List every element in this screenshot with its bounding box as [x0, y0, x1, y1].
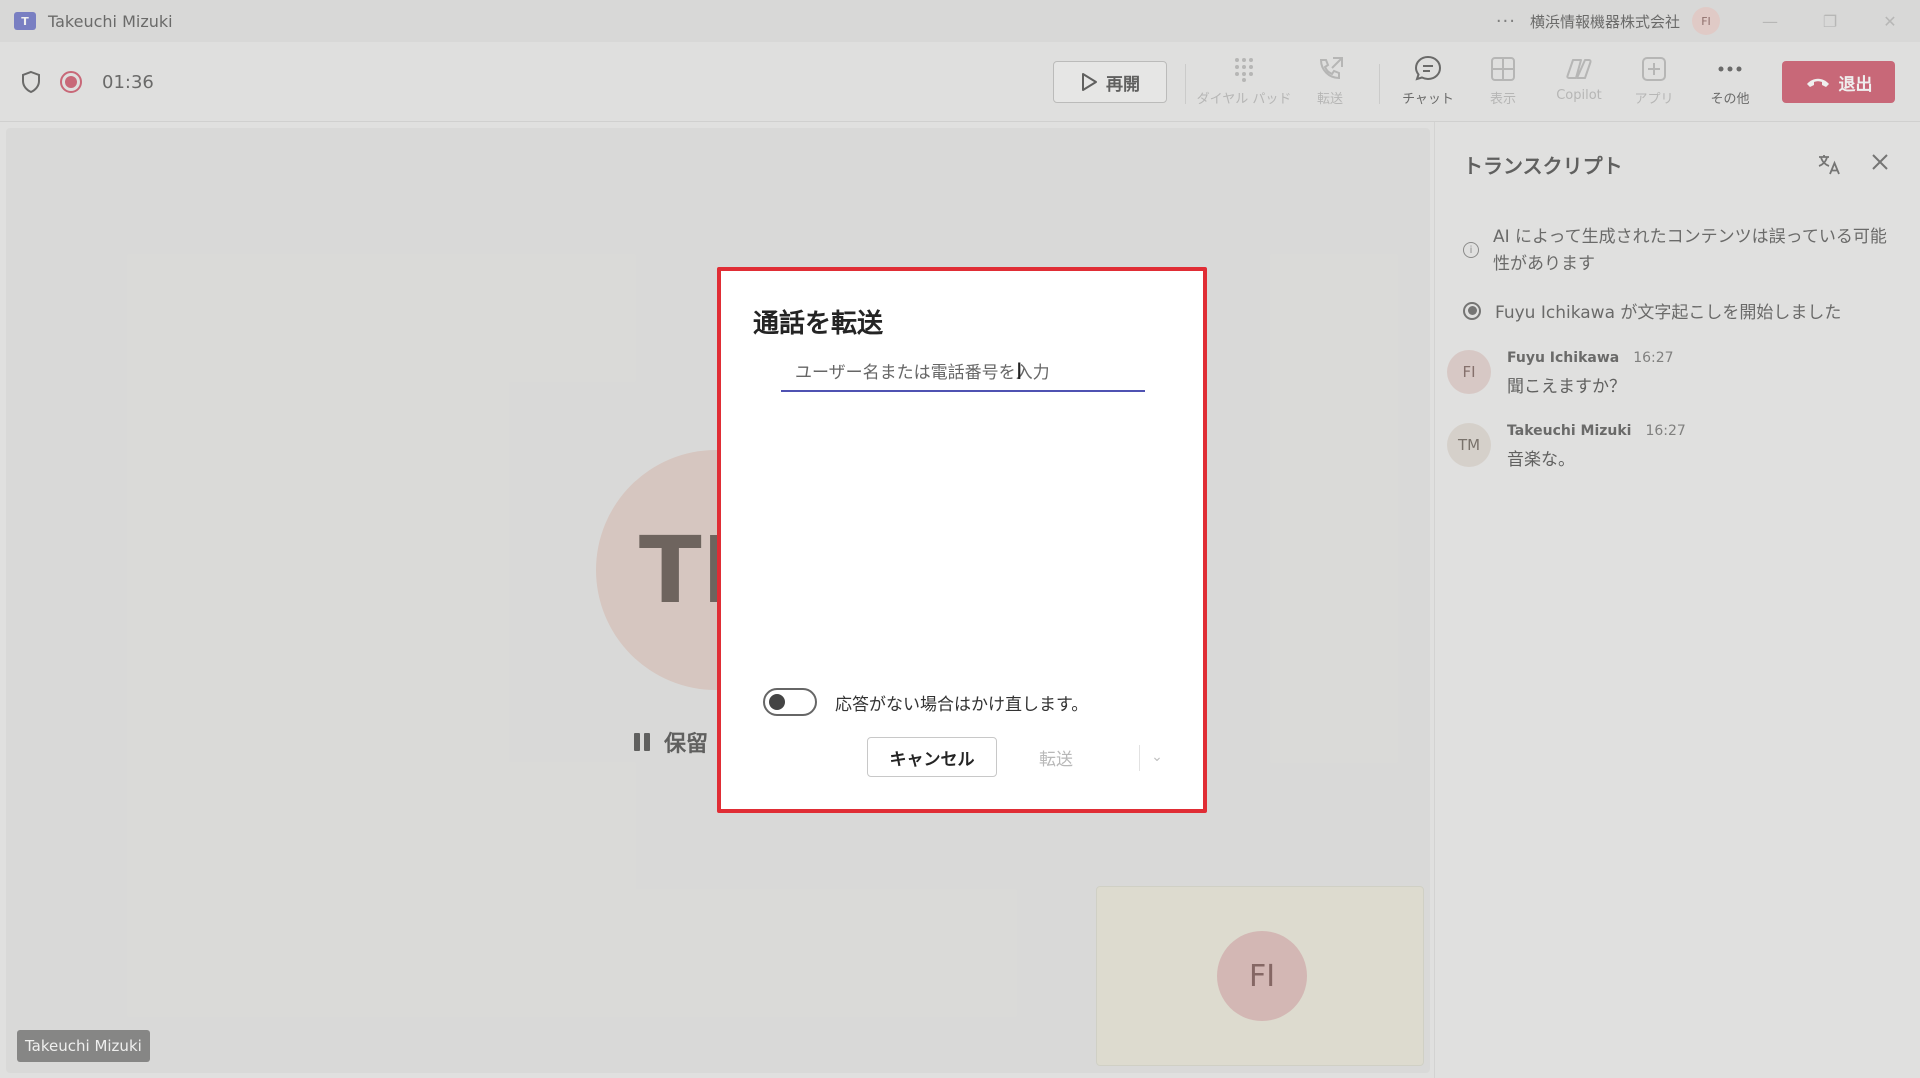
dialog-title: 通話を転送	[753, 309, 884, 339]
retry-toggle[interactable]	[763, 688, 817, 716]
text-cursor-icon: I	[1016, 360, 1023, 385]
transfer-call-dialog: 通話を転送 I 応答がない場合はかけ直します。 キャンセル 転送 ⌄	[717, 267, 1207, 813]
chevron-down-icon[interactable]: ⌄	[1145, 743, 1169, 771]
split-divider	[1139, 745, 1140, 771]
transfer-target-input[interactable]	[781, 355, 1145, 392]
cancel-button[interactable]: キャンセル	[867, 737, 997, 777]
retry-label: 応答がない場合はかけ直します。	[835, 694, 1089, 715]
transfer-confirm-button[interactable]: 転送	[1011, 737, 1101, 777]
